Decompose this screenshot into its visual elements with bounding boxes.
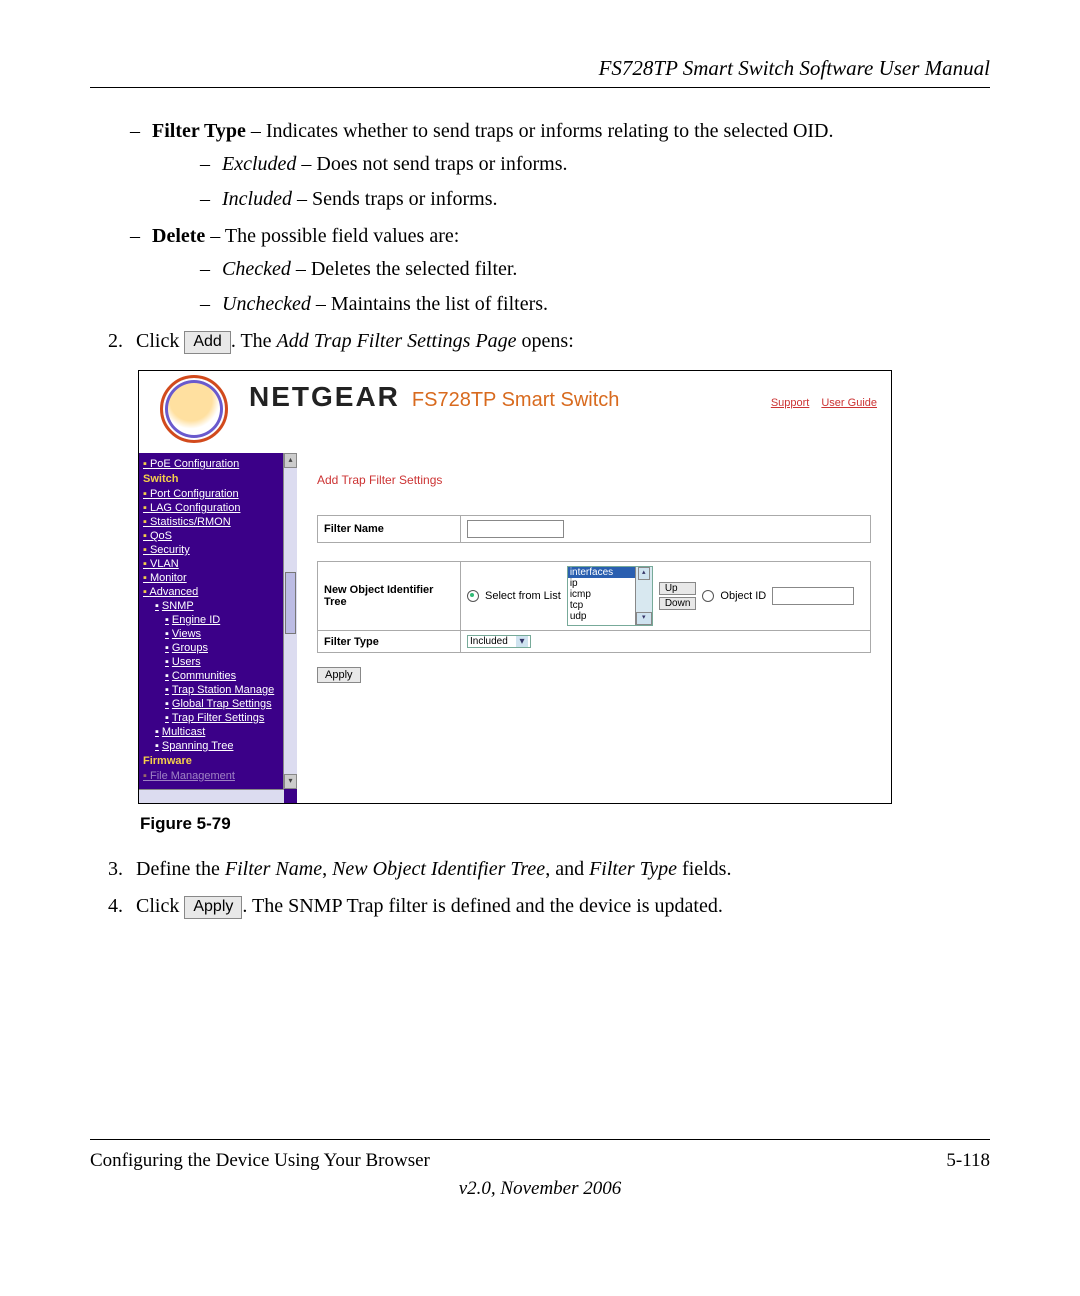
scroll-down-arrow-icon[interactable]: ▾: [284, 774, 297, 789]
apply-button-inline: Apply: [184, 896, 242, 919]
figure-5-79: NETGEAR FS728TP Smart Switch Support Use…: [138, 370, 990, 834]
sidebar-item-file-management[interactable]: File Management: [143, 769, 295, 783]
bullet-delete: –Delete – The possible field values are:…: [130, 225, 990, 316]
sidebar-item-monitor[interactable]: Monitor: [143, 571, 295, 585]
sidebar-item-spanning-tree[interactable]: Spanning Tree: [143, 739, 295, 753]
step-3-field-3: Filter Type: [589, 858, 677, 880]
sidebar-item-poe-configuration[interactable]: PoE Configuration: [143, 457, 295, 471]
step-2-page-name: Add Trap Filter Settings Page: [277, 330, 517, 352]
unchecked-desc: – Maintains the list of filters.: [311, 293, 548, 315]
footer-chapter-title: Configuring the Device Using Your Browse…: [90, 1150, 430, 1172]
filter-type-form-label: Filter Type: [318, 631, 461, 653]
sidebar-item-advanced[interactable]: Advanced: [143, 585, 295, 599]
sidebar-item-security[interactable]: Security: [143, 543, 295, 557]
apply-button[interactable]: Apply: [317, 667, 361, 683]
sidebar-item-engine-id[interactable]: Engine ID: [143, 613, 295, 627]
footer-page-number: 5-118: [946, 1150, 990, 1172]
filter-type-desc: – Indicates whether to send traps or inf…: [246, 120, 834, 142]
step-4: 4. Click Apply. The SNMP Trap filter is …: [108, 895, 990, 919]
sidebar-item-users[interactable]: Users: [143, 655, 295, 669]
step-2-text-a: Click: [136, 330, 184, 352]
oid-listbox[interactable]: interfaces ip icmp tcp udp ▴ ▾: [567, 566, 653, 626]
step-2-number: 2.: [108, 330, 123, 353]
up-button[interactable]: Up: [659, 582, 697, 595]
step-3-text-b: ,: [322, 858, 332, 880]
step-4-text-a: Click: [136, 895, 184, 917]
support-link[interactable]: Support: [771, 397, 810, 409]
step-2-text-c: opens:: [517, 330, 574, 352]
step-3-text-a: Define the: [136, 858, 225, 880]
object-id-input[interactable]: [772, 587, 854, 605]
footer-version: v2.0, November 2006: [90, 1178, 990, 1200]
scroll-thumb[interactable]: [285, 572, 296, 634]
included-label: Included: [222, 188, 292, 210]
add-button-inline: Add: [184, 331, 230, 354]
step-3-number: 3.: [108, 858, 123, 881]
step-3: 3. Define the Filter Name, New Object Id…: [108, 858, 990, 881]
checked-label: Checked: [222, 258, 291, 280]
sidebar-item-global-trap-settings[interactable]: Global Trap Settings: [143, 697, 295, 711]
scroll-up-arrow-icon[interactable]: ▴: [284, 453, 297, 468]
step-2-text-b: The: [240, 330, 276, 352]
step-3-field-1: Filter Name: [225, 858, 322, 880]
listbox-scrollbar[interactable]: ▴ ▾: [635, 567, 652, 625]
checked-desc: – Deletes the selected filter.: [291, 258, 518, 280]
unchecked-label: Unchecked: [222, 293, 311, 315]
filter-type-select[interactable]: Included: [467, 635, 531, 648]
down-button[interactable]: Down: [659, 597, 697, 610]
filter-type-label: Filter Type: [152, 120, 246, 142]
delete-label: Delete: [152, 225, 205, 247]
filter-name-label: Filter Name: [318, 516, 461, 543]
step-4-text-b: . The SNMP Trap filter is defined and th…: [242, 895, 722, 917]
filter-name-input[interactable]: [467, 520, 564, 538]
sidebar-item-lag-configuration[interactable]: LAG Configuration: [143, 501, 295, 515]
main-panel: Add Trap Filter Settings Filter Name New…: [297, 453, 891, 803]
screenshot-add-trap-filter: NETGEAR FS728TP Smart Switch Support Use…: [138, 370, 892, 804]
user-guide-link[interactable]: User Guide: [821, 397, 877, 409]
step-2: 2. Click Add. The Add Trap Filter Settin…: [108, 330, 990, 354]
sidebar-item-port-configuration[interactable]: Port Configuration: [143, 487, 295, 501]
sidebar-item-trap-filter-settings[interactable]: Trap Filter Settings: [143, 711, 295, 725]
sidebar-item-statistics-rmon[interactable]: Statistics/RMON: [143, 515, 295, 529]
step-3-field-2: New Object Identifier Tree: [332, 858, 545, 880]
included-desc: – Sends traps or informs.: [292, 188, 498, 210]
sidebar-scrollbar-horizontal[interactable]: [139, 789, 284, 803]
object-id-radio[interactable]: [702, 590, 714, 602]
select-from-list-radio[interactable]: [467, 590, 479, 602]
step-3-text-d: fields.: [677, 858, 731, 880]
scroll-up-arrow-icon[interactable]: ▴: [638, 567, 650, 580]
sidebar-scrollbar-vertical[interactable]: ▴ ▾: [283, 453, 297, 789]
sidebar-item-qos[interactable]: QoS: [143, 529, 295, 543]
sidebar-item-communities[interactable]: Communities: [143, 669, 295, 683]
product-name: FS728TP Smart Switch: [412, 389, 619, 412]
panel-title: Add Trap Filter Settings: [317, 473, 871, 487]
delete-desc: – The possible field values are:: [205, 225, 459, 247]
excluded-desc: – Does not send traps or informs.: [296, 153, 567, 175]
figure-caption: Figure 5-79: [140, 814, 990, 834]
object-id-label: Object ID: [720, 590, 766, 602]
sidebar-nav: PoE Configuration Switch Port Configurat…: [139, 453, 297, 803]
step-3-text-c: , and: [545, 858, 589, 880]
new-object-identifier-tree-label: New Object Identifier Tree: [318, 562, 461, 631]
excluded-label: Excluded: [222, 153, 296, 175]
sidebar-item-groups[interactable]: Groups: [143, 641, 295, 655]
sidebar-item-trap-station-manage[interactable]: Trap Station Manage: [143, 683, 295, 697]
bullet-filter-type: –Filter Type – Indicates whether to send…: [130, 120, 990, 211]
sidebar-item-vlan[interactable]: VLAN: [143, 557, 295, 571]
sidebar-category-switch: Switch: [143, 471, 295, 487]
sidebar-item-views[interactable]: Views: [143, 627, 295, 641]
scroll-down-arrow-icon[interactable]: ▾: [636, 612, 652, 625]
select-from-list-label: Select from List: [485, 590, 561, 602]
doc-header-title: FS728TP Smart Switch Software User Manua…: [90, 56, 990, 88]
sidebar-item-snmp[interactable]: SNMP: [143, 599, 295, 613]
step-4-number: 4.: [108, 895, 123, 918]
sidebar-item-multicast[interactable]: Multicast: [143, 725, 295, 739]
brand-text: NETGEAR: [249, 381, 400, 413]
sidebar-category-firmware: Firmware: [143, 753, 295, 769]
netgear-logo-icon: [160, 375, 228, 443]
